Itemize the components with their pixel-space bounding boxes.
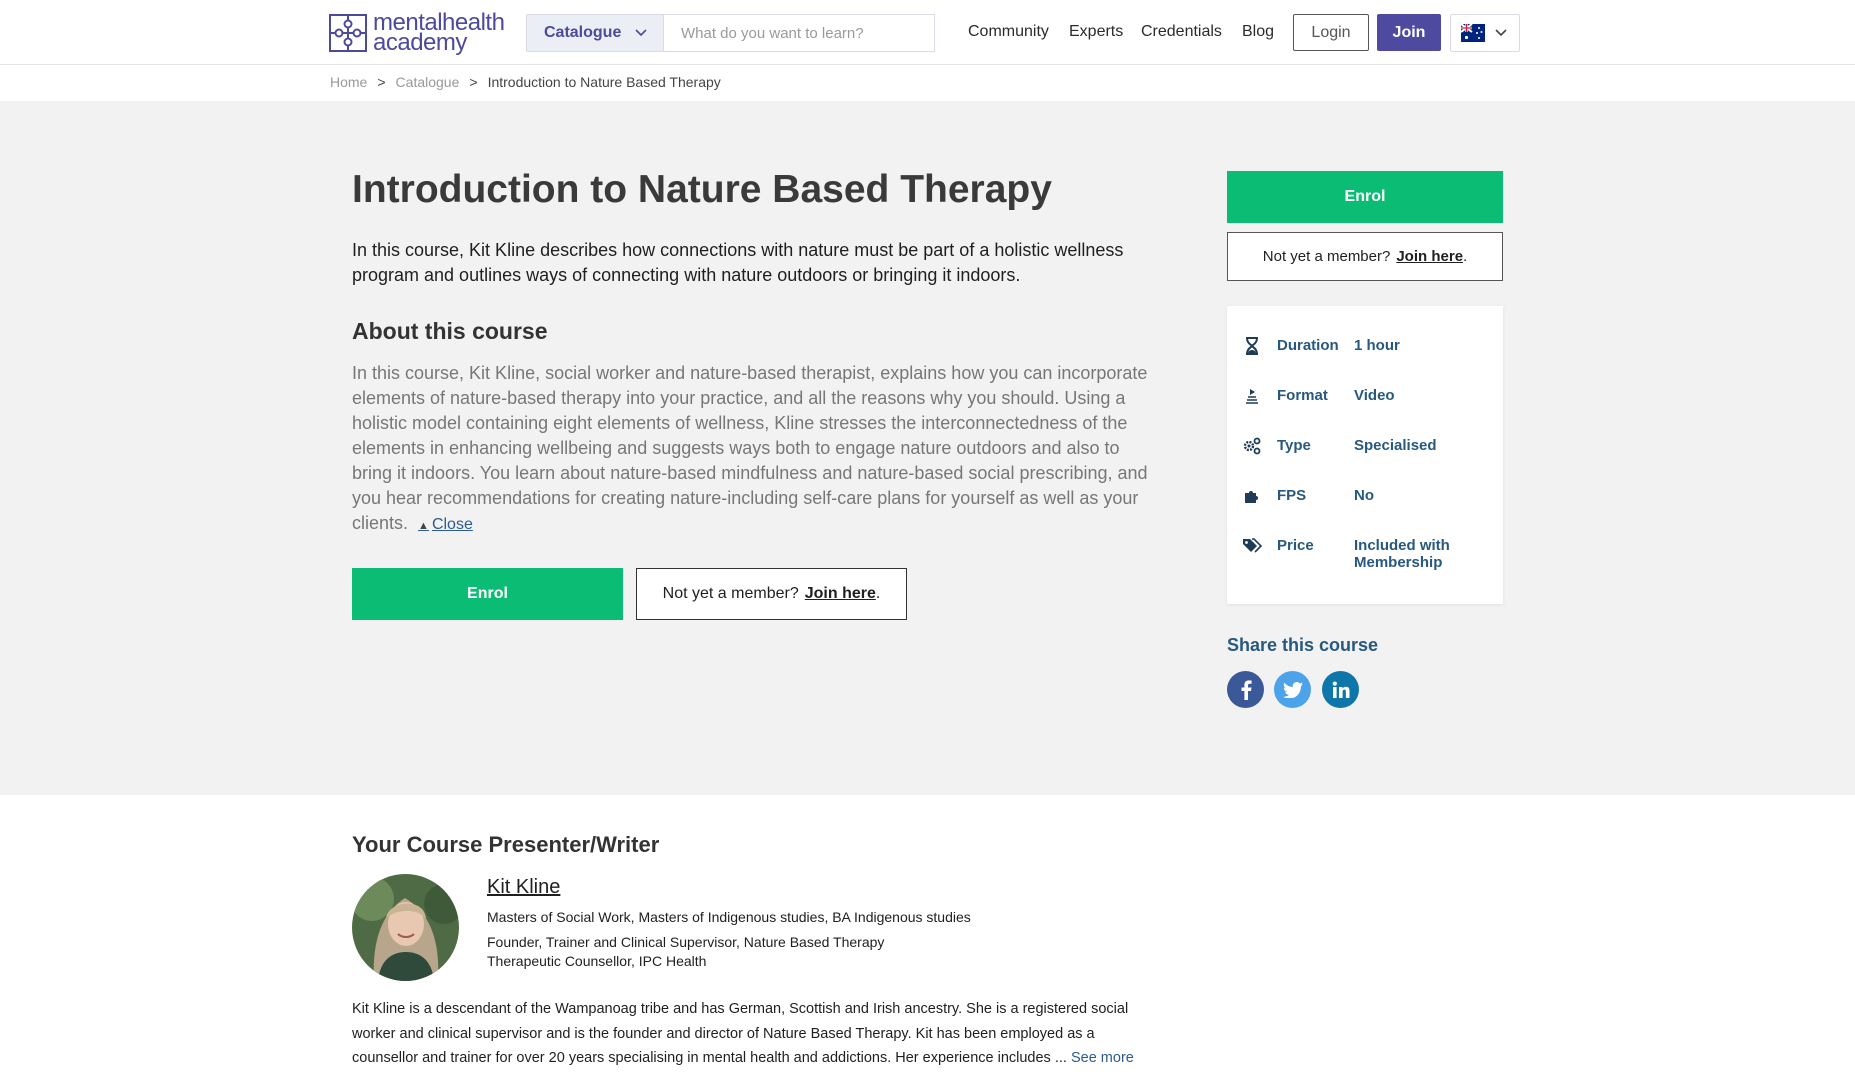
course-details-card: Duration 1 hour Format Video Type Specia… bbox=[1227, 306, 1503, 604]
detail-value: Included with Membership bbox=[1354, 537, 1450, 571]
nav-community[interactable]: Community bbox=[968, 23, 1049, 41]
detail-value: No bbox=[1354, 487, 1374, 504]
site-logo[interactable]: mentalhealth academy bbox=[329, 11, 505, 56]
member-prompt-period: . bbox=[875, 585, 881, 602]
twitter-icon bbox=[1282, 681, 1303, 698]
linkedin-icon bbox=[1332, 681, 1349, 698]
breadcrumb-home[interactable]: Home bbox=[330, 74, 367, 90]
detail-label: FPS bbox=[1277, 487, 1307, 504]
close-link[interactable]: ▲ Close bbox=[418, 516, 473, 533]
country-selector[interactable] bbox=[1450, 14, 1520, 52]
see-more-link[interactable]: See more bbox=[1071, 1050, 1134, 1066]
presenter-bio: Kit Kline is a descendant of the Wampano… bbox=[352, 997, 1152, 1071]
breadcrumb-separator: > bbox=[469, 74, 478, 90]
linkedin-share-button[interactable] bbox=[1322, 671, 1359, 708]
detail-duration: Duration 1 hour bbox=[1241, 337, 1474, 355]
detail-label: Type bbox=[1277, 437, 1311, 454]
caret-up-icon: ▲ bbox=[418, 520, 429, 532]
enrol-button[interactable]: Enrol bbox=[352, 568, 623, 620]
presenter-name-link[interactable]: Kit Kline bbox=[487, 876, 560, 899]
join-here-link[interactable]: Join here bbox=[805, 585, 876, 603]
chevron-down-icon bbox=[1495, 29, 1507, 37]
logo-line-2: academy bbox=[373, 29, 467, 56]
sidebar-join-here-link[interactable]: Join here bbox=[1396, 248, 1463, 265]
about-body: In this course, Kit Kline, social worker… bbox=[352, 363, 1148, 533]
facebook-icon bbox=[1241, 679, 1252, 700]
logo-puzzle-icon bbox=[329, 14, 367, 52]
sidebar-member-prompt: Not yet a member? Join here. bbox=[1227, 232, 1503, 281]
detail-value: Specialised bbox=[1354, 437, 1437, 454]
presenter-qualifications: Masters of Social Work, Masters of Indig… bbox=[487, 909, 971, 925]
breadcrumb: Home > Catalogue > Introduction to Natur… bbox=[330, 74, 721, 90]
puzzle-icon bbox=[1241, 487, 1263, 505]
sidebar-enrol-button[interactable]: Enrol bbox=[1227, 171, 1503, 223]
nav-blog[interactable]: Blog bbox=[1242, 23, 1274, 41]
login-button[interactable]: Login bbox=[1293, 14, 1369, 51]
presenter-avatar bbox=[352, 874, 459, 981]
detail-value: Video bbox=[1354, 387, 1395, 404]
close-label: Close bbox=[431, 516, 473, 533]
search-input[interactable] bbox=[664, 14, 935, 52]
video-icon bbox=[1241, 387, 1263, 405]
page-title: Introduction to Nature Based Therapy bbox=[352, 168, 1052, 211]
detail-label: Format bbox=[1277, 387, 1328, 404]
breadcrumb-catalogue[interactable]: Catalogue bbox=[396, 74, 460, 90]
presenter-heading: Your Course Presenter/Writer bbox=[352, 832, 660, 857]
catalogue-dropdown[interactable]: Catalogue bbox=[526, 14, 664, 52]
chevron-down-icon bbox=[635, 29, 647, 37]
detail-fps: FPS No bbox=[1241, 487, 1474, 505]
member-prompt-box: Not yet a member? Join here. bbox=[636, 568, 907, 620]
nav-credentials[interactable]: Credentials bbox=[1141, 23, 1222, 41]
site-header: mentalhealth academy Catalogue Community… bbox=[0, 0, 1855, 65]
gears-icon bbox=[1241, 437, 1263, 455]
about-heading: About this course bbox=[352, 318, 548, 344]
member-prompt-period: . bbox=[1463, 248, 1468, 265]
presenter-bio-text: Kit Kline is a descendant of the Wampano… bbox=[352, 1001, 1129, 1066]
share-heading: Share this course bbox=[1227, 635, 1379, 655]
nav-experts[interactable]: Experts bbox=[1069, 23, 1123, 41]
australia-flag-icon bbox=[1461, 24, 1485, 42]
breadcrumb-current: Introduction to Nature Based Therapy bbox=[487, 74, 721, 90]
presenter-role: Founder, Trainer and Clinical Supervisor… bbox=[487, 934, 885, 950]
twitter-share-button[interactable] bbox=[1274, 671, 1311, 708]
logo-wordmark: mentalhealth academy bbox=[373, 11, 505, 56]
detail-price: Price Included with Membership bbox=[1241, 537, 1474, 571]
detail-label: Duration bbox=[1277, 337, 1339, 354]
detail-label: Price bbox=[1277, 537, 1314, 554]
facebook-share-button[interactable] bbox=[1227, 671, 1264, 708]
breadcrumb-separator: > bbox=[377, 74, 386, 90]
hourglass-icon bbox=[1241, 337, 1263, 355]
about-text: In this course, Kit Kline, social worker… bbox=[352, 361, 1152, 539]
detail-format: Format Video bbox=[1241, 387, 1474, 405]
join-button[interactable]: Join bbox=[1377, 14, 1441, 51]
tags-icon bbox=[1241, 537, 1263, 555]
detail-type: Type Specialised bbox=[1241, 437, 1474, 455]
detail-value: 1 hour bbox=[1354, 337, 1400, 354]
catalogue-label: Catalogue bbox=[544, 24, 622, 41]
presenter-role: Therapeutic Counsellor, IPC Health bbox=[487, 953, 707, 969]
course-lead: In this course, Kit Kline describes how … bbox=[352, 240, 1124, 285]
member-prompt-text: Not yet a member? bbox=[662, 585, 799, 602]
member-prompt-text: Not yet a member? bbox=[1262, 248, 1391, 265]
